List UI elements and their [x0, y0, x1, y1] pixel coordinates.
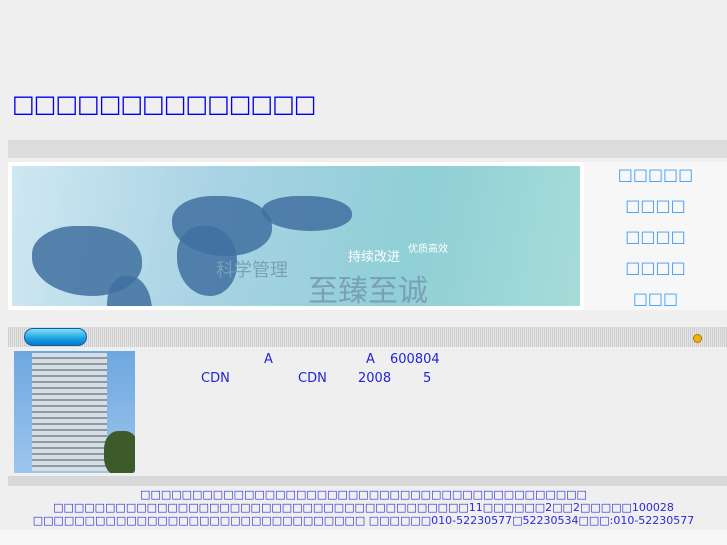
banner-slogan: 持续改进 [348, 250, 401, 265]
footer-line: □□□□□□□□□□□□□□□□□□□□□□□□□□□□□□□□□□□□□□□□… [140, 488, 587, 501]
footer-address: □□□□□□□□□□□□□□□□□□□□□□□□□□□□□□□□□□□□□□□□… [53, 501, 674, 514]
side-nav: □□□□□ □□□□ □□□□ □□□□ □□□ [584, 162, 727, 310]
nav-item-2[interactable]: □□□□ [584, 193, 727, 224]
banner: 科学管理 至臻至诚 持续改进 优质高效 [8, 162, 584, 310]
building-photo [14, 351, 135, 473]
intro-text: CDN [298, 371, 327, 386]
content-divider [8, 476, 727, 486]
footer: □□□□□□□□□□□□□□□□□□□□□□□□□□□□□□□□□□□□□□□□… [0, 488, 727, 527]
bullet-icon [693, 334, 702, 343]
intro-text: 2008 [358, 371, 392, 386]
section-bar [8, 327, 727, 347]
intro-text: 600804 [390, 352, 440, 367]
banner-slogan: 优质高效 [408, 244, 448, 255]
banner-slogan: 科学管理 [216, 260, 288, 281]
section-tab-button[interactable] [24, 328, 87, 346]
page-bottom [0, 530, 727, 545]
nav-item-5[interactable]: □□□ [584, 286, 727, 317]
intro-text: A [264, 352, 273, 367]
footer-contact: □□□□□□□□□□□□□□□□□□□□□□□□□□□□□□□□ □□□□□□0… [32, 514, 695, 527]
nav-item-4[interactable]: □□□□ [584, 255, 727, 286]
banner-slogan: 至臻至诚 [308, 274, 428, 306]
banner-image: 科学管理 至臻至诚 持续改进 优质高效 [12, 166, 580, 306]
intro-text: CDN [201, 371, 230, 386]
header-divider [8, 140, 727, 158]
intro-text: 5 [423, 371, 432, 386]
site-title: □□□□□□□□□□□□□□ [12, 90, 316, 118]
intro-text: A [366, 352, 375, 367]
nav-item-1[interactable]: □□□□□ [584, 162, 727, 193]
nav-item-3[interactable]: □□□□ [584, 224, 727, 255]
